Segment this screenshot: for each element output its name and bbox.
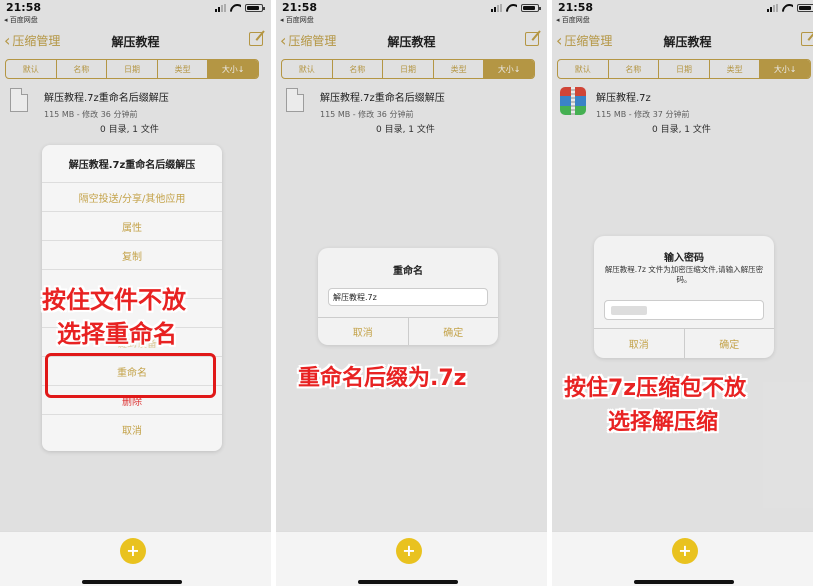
caption-line-1: 重命名后缀为.7z — [298, 366, 467, 391]
add-button[interactable]: + — [120, 538, 146, 564]
rename-input[interactable]: 解压教程.7z — [328, 288, 488, 306]
dialog-title: 输入密码 — [664, 253, 704, 264]
caption-line-1: 按住7z压缩包不放 — [564, 376, 747, 401]
rename-dialog: 重命名 解压教程.7z 取消 确定 — [318, 248, 498, 345]
caption-line-2: 选择解压缩 — [608, 410, 719, 435]
caption-line-2: 选择重命名 — [57, 320, 177, 348]
password-dialog: 输入密码 解压教程.7z 文件为加密压缩文件,请输入解压密码。 取消 确定 — [594, 236, 774, 358]
add-button[interactable]: + — [396, 538, 422, 564]
phone-screen-2: 21:58 ◂ 百度网盘 ‹ 压缩管理 解压教程 默认 名称 日期 类型 大小↓ … — [276, 0, 547, 586]
cancel-button[interactable]: 取消 — [594, 329, 685, 358]
share-button[interactable]: 隔空投送/分享/其他应用 — [42, 183, 222, 212]
home-indicator — [358, 580, 458, 584]
confirm-button[interactable]: 确定 — [685, 329, 775, 358]
properties-button[interactable]: 属性 — [42, 212, 222, 241]
add-button[interactable]: + — [672, 538, 698, 564]
home-indicator — [82, 580, 182, 584]
rename-highlight-box — [45, 353, 216, 398]
home-indicator — [634, 580, 734, 584]
copy-button[interactable]: 复制 — [42, 241, 222, 270]
dialog-title: 重命名 — [393, 266, 423, 277]
cancel-button[interactable]: 取消 — [42, 415, 222, 444]
dialog-message: 解压教程.7z 文件为加密压缩文件,请输入解压密码。 — [604, 265, 764, 284]
dialog-buttons: 取消 确定 — [594, 328, 774, 358]
cancel-button[interactable]: 取消 — [318, 318, 409, 345]
blurred-input-text — [611, 306, 647, 315]
confirm-button[interactable]: 确定 — [409, 318, 499, 345]
action-sheet-title: 解压教程.7z重命名后缀解压 — [42, 145, 222, 183]
phone-screen-1: 21:58 ◂ 百度网盘 ‹ 压缩管理 解压教程 默认 名称 日期 类型 大小↓ … — [0, 0, 271, 586]
dialog-buttons: 取消 确定 — [318, 317, 498, 345]
password-input[interactable] — [604, 300, 764, 320]
phone-screen-3: 21:58 ◂ 百度网盘 ‹ 压缩管理 解压教程 默认 名称 日期 类型 大小↓ … — [552, 0, 813, 586]
caption-line-1: 按住文件不放 — [42, 286, 186, 314]
